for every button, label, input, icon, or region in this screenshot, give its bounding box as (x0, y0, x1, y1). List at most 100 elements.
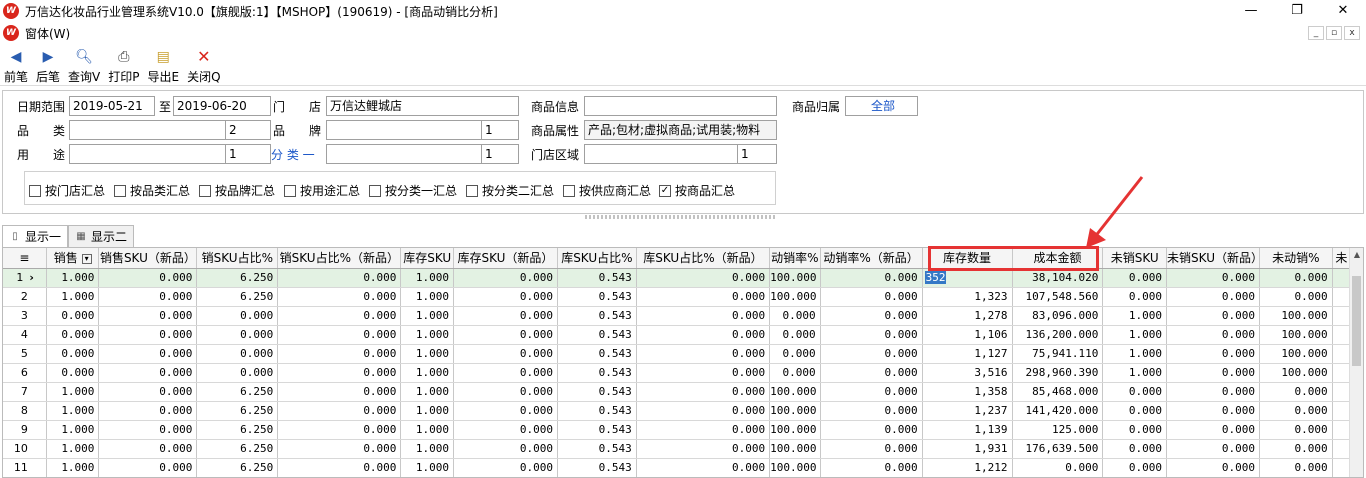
checkbox-box[interactable] (114, 184, 126, 197)
table-cell[interactable]: 0.000 (636, 401, 771, 421)
table-cell[interactable]: 1,212 (922, 458, 1013, 477)
table-cell[interactable]: 0.000 (453, 287, 558, 307)
tab-display-two[interactable]: ▦ 显示二 (68, 225, 135, 247)
table-cell[interactable]: 0.000 (453, 382, 558, 402)
usage-input[interactable]: 1 (69, 144, 271, 164)
store-area-input[interactable]: 1 (584, 144, 777, 164)
table-cell[interactable]: 0.000 (98, 458, 198, 477)
table-cell[interactable]: 0.000 (98, 306, 198, 326)
table-row[interactable]: 7 1.000 0.000 6.250 0.000 1.000 0.000 0.543 0.00… (3, 382, 1352, 402)
table-cell[interactable]: 0.000 (820, 344, 923, 364)
table-cell[interactable]: 1.000 (46, 382, 100, 402)
table-cell[interactable]: 0.000 (820, 268, 923, 288)
table-cell[interactable]: 0.000 (636, 420, 771, 440)
table-cell[interactable]: 1.000 (400, 287, 454, 307)
table-cell[interactable]: 0.000 (277, 458, 402, 477)
table-cell[interactable]: 0.000 (277, 306, 402, 326)
table-cell[interactable]: 0.000 (636, 325, 771, 345)
column-header[interactable]: 未 (1332, 248, 1352, 269)
table-cell[interactable]: 1.000 (400, 458, 454, 477)
mdi-minimize-button[interactable]: _ (1308, 26, 1324, 40)
table-cell[interactable]: 1.000 (46, 401, 100, 421)
maximize-button[interactable]: ❐ (1274, 0, 1320, 22)
table-cell[interactable]: 0.000 (1166, 306, 1260, 326)
table-cell[interactable]: 0.000 (46, 363, 100, 383)
row-header-corner[interactable]: ≡ (3, 248, 47, 269)
prev-button[interactable]: ◀ 前笔 (4, 44, 28, 85)
menu-window[interactable]: 窗体(W) (25, 25, 70, 42)
row-number[interactable]: 2 (3, 287, 47, 307)
table-cell[interactable]: 0.543 (557, 287, 637, 307)
column-header[interactable]: 未销SKU（新品） (1166, 248, 1260, 269)
close-window-button[interactable]: ✕ (1320, 0, 1366, 22)
store-input[interactable]: 万信达鲤城店 (326, 96, 519, 116)
category-input[interactable]: 2 (69, 120, 271, 140)
table-cell[interactable]: 0.000 (1102, 420, 1168, 440)
checkmark-icon[interactable]: ✓ (659, 184, 671, 197)
column-header[interactable]: 未动销% (1259, 248, 1333, 269)
table-cell[interactable]: 0.000 (196, 363, 279, 383)
table-cell[interactable]: 0.543 (557, 363, 637, 383)
table-cell[interactable]: 0.000 (1102, 287, 1168, 307)
table-cell[interactable]: 0.000 (769, 344, 821, 364)
table-cell[interactable]: 0.543 (557, 382, 637, 402)
row-number[interactable]: 7 (3, 382, 47, 402)
table-cell[interactable]: 1,237 (922, 401, 1013, 421)
table-cell[interactable]: 0.000 (277, 344, 402, 364)
table-cell[interactable]: 0.000 (769, 325, 821, 345)
table-cell[interactable]: 0.000 (1259, 458, 1333, 477)
table-cell[interactable]: 1.000 (400, 268, 454, 288)
table-cell[interactable]: 100.000 (769, 458, 821, 477)
scrollbar-thumb[interactable] (1352, 276, 1361, 366)
table-cell[interactable]: 0.000 (820, 458, 923, 477)
table-cell[interactable]: 1.000 (46, 420, 100, 440)
checkbox-by-class-one[interactable]: 按分类一汇总 (369, 182, 457, 199)
table-cell[interactable]: 0.000 (1102, 439, 1168, 459)
table-cell[interactable]: 0.000 (453, 344, 558, 364)
table-row[interactable]: 11 1.000 0.000 6.250 0.000 1.000 0.000 0.543 0.0… (3, 458, 1352, 477)
table-cell[interactable]: 0.000 (1166, 439, 1260, 459)
table-cell[interactable]: 0.000 (453, 363, 558, 383)
table-cell[interactable]: 6.250 (196, 268, 279, 288)
table-cell[interactable]: 0.000 (98, 268, 198, 288)
table-cell[interactable]: 0.000 (769, 306, 821, 326)
checkbox-box[interactable] (466, 184, 478, 197)
table-cell[interactable]: 100.000 (1259, 306, 1333, 326)
table-cell[interactable]: 6.250 (196, 401, 279, 421)
row-number[interactable]: 1 › (3, 268, 47, 288)
table-cell[interactable]: 100.000 (769, 268, 821, 288)
table-cell[interactable]: 0.000 (98, 420, 198, 440)
table-cell[interactable]: 141,420.000 (1012, 401, 1104, 421)
table-cell[interactable]: 0.000 (820, 325, 923, 345)
row-number[interactable]: 10 (3, 439, 47, 459)
table-cell[interactable]: 100.000 (1259, 344, 1333, 364)
product-owner-select[interactable]: 全部 (845, 96, 918, 116)
table-cell[interactable]: 85,468.000 (1012, 382, 1104, 402)
table-cell[interactable]: 1.000 (400, 325, 454, 345)
product-attr-input[interactable]: 产品;包材;虚拟商品;试用装;物料 (584, 120, 777, 140)
checkbox-by-product[interactable]: ✓ 按商品汇总 (659, 182, 735, 199)
table-cell[interactable]: 0.000 (98, 344, 198, 364)
class-one-input[interactable]: 1 (326, 144, 519, 164)
table-cell[interactable]: 0.000 (1259, 382, 1333, 402)
table-cell[interactable]: 1.000 (400, 420, 454, 440)
table-cell[interactable]: 1.000 (1102, 325, 1168, 345)
table-cell[interactable]: 1.000 (400, 344, 454, 364)
column-header[interactable]: 库SKU占比%（新品） (636, 248, 771, 269)
export-button[interactable]: ▤ 导出E (148, 44, 180, 85)
table-cell[interactable]: 0.000 (820, 363, 923, 383)
checkbox-box[interactable] (284, 184, 296, 197)
table-cell[interactable]: 0.000 (453, 325, 558, 345)
table-cell[interactable]: 100.000 (769, 401, 821, 421)
table-cell[interactable]: 1,323 (922, 287, 1013, 307)
table-cell[interactable]: 0.000 (820, 420, 923, 440)
checkbox-by-class-two[interactable]: 按分类二汇总 (466, 182, 554, 199)
mdi-restore-button[interactable]: ▫ (1326, 26, 1342, 40)
table-cell[interactable]: 0.000 (1259, 439, 1333, 459)
row-number[interactable]: 3 (3, 306, 47, 326)
table-cell[interactable]: 0.543 (557, 306, 637, 326)
table-cell[interactable]: 0.000 (820, 439, 923, 459)
table-cell[interactable]: 75,941.110 (1012, 344, 1104, 364)
table-cell[interactable]: 0.543 (557, 268, 637, 288)
table-cell[interactable]: 6.250 (196, 287, 279, 307)
